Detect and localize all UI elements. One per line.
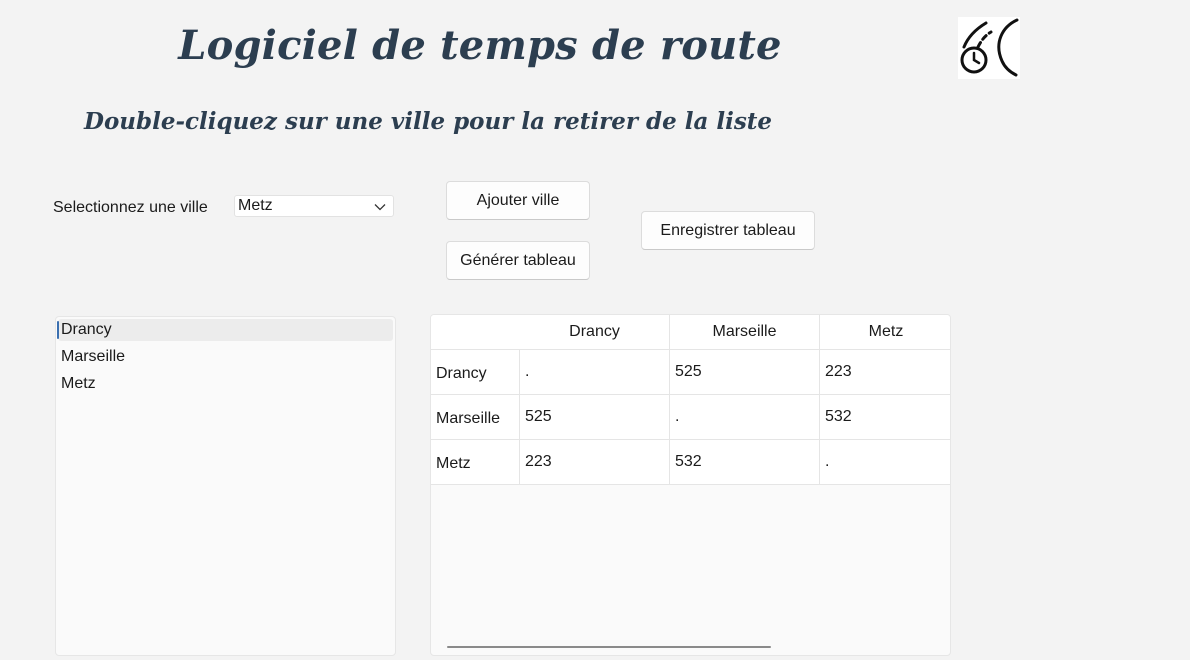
distance-table[interactable]: Drancy Marseille Metz Drancy . 525 223 M… bbox=[430, 314, 951, 656]
table-cell[interactable]: . bbox=[670, 395, 820, 440]
select-city-label: Selectionnez une ville bbox=[53, 199, 208, 216]
table-corner bbox=[431, 315, 520, 350]
save-table-button[interactable]: Enregistrer tableau bbox=[641, 211, 815, 250]
city-list[interactable]: Drancy Marseille Metz bbox=[55, 316, 396, 656]
table-cell[interactable]: 532 bbox=[670, 440, 820, 485]
column-header[interactable]: Marseille bbox=[670, 315, 820, 350]
city-select[interactable]: Metz bbox=[234, 195, 394, 217]
app-title: Logiciel de temps de route bbox=[178, 22, 782, 69]
row-header[interactable]: Marseille bbox=[431, 395, 520, 440]
table-cell[interactable]: 525 bbox=[670, 350, 820, 395]
column-header[interactable]: Drancy bbox=[520, 315, 670, 350]
row-header[interactable]: Drancy bbox=[431, 350, 520, 395]
city-list-item[interactable]: Drancy bbox=[57, 319, 393, 341]
chevron-down-icon bbox=[373, 200, 387, 214]
table-cell[interactable]: . bbox=[520, 350, 670, 395]
row-header[interactable]: Metz bbox=[431, 440, 520, 485]
table-cell[interactable]: 223 bbox=[820, 350, 950, 395]
add-city-button[interactable]: Ajouter ville bbox=[446, 181, 590, 220]
table-cell[interactable]: 525 bbox=[520, 395, 670, 440]
city-list-item[interactable]: Metz bbox=[58, 373, 393, 395]
city-list-item[interactable]: Marseille bbox=[58, 346, 393, 368]
city-select-value: Metz bbox=[238, 197, 273, 214]
speedometer-road-icon bbox=[958, 17, 1020, 79]
table-cell[interactable]: 532 bbox=[820, 395, 950, 440]
table-cell[interactable]: 223 bbox=[520, 440, 670, 485]
instruction-subtitle: Double-cliquez sur une ville pour la ret… bbox=[84, 108, 773, 135]
table-horizontal-scrollbar[interactable] bbox=[447, 646, 771, 648]
generate-table-button[interactable]: Générer tableau bbox=[446, 241, 590, 280]
table-cell[interactable]: . bbox=[820, 440, 950, 485]
column-header[interactable]: Metz bbox=[820, 315, 950, 350]
